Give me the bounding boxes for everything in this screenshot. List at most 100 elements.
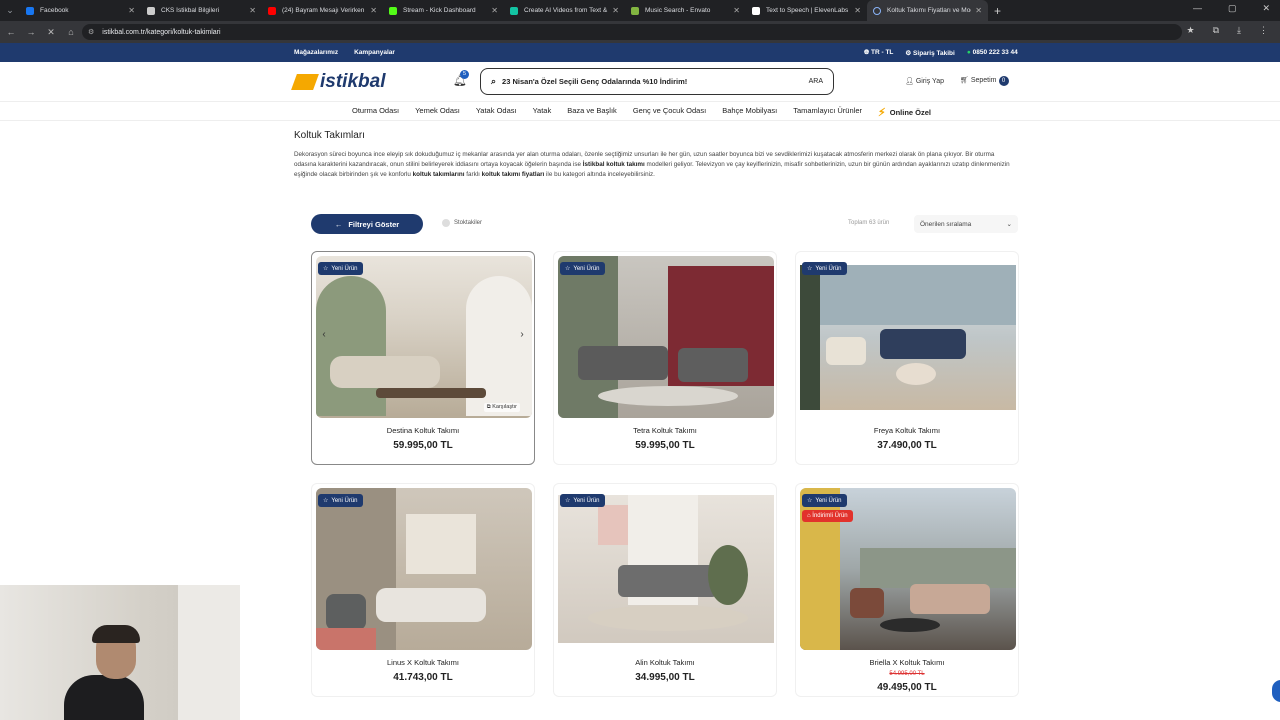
kick-favicon-icon — [389, 6, 397, 15]
tab-title: Create AI Videos from Text & I... — [524, 7, 609, 14]
nav-item[interactable]: Baza ve Başlık — [567, 106, 617, 119]
search-input[interactable]: ⌕ 23 Nisan'a Özel Seçili Genç Odalarında… — [480, 68, 834, 95]
cart-icon: 🛒︎ — [959, 77, 969, 84]
badge-label: Yeni Ürün — [815, 497, 842, 504]
product-card[interactable]: ☆ Yeni Ürün Tetra Koltuk Takımı 59.995,00… — [553, 251, 777, 465]
chevron-right-icon[interactable]: › — [515, 328, 529, 342]
download-icon[interactable]: ⤓ — [1237, 25, 1241, 36]
nav-item[interactable]: Bahçe Mobilyası — [722, 106, 777, 119]
compare-button[interactable]: ⧉ Karşılaştır — [483, 403, 520, 412]
phone-link[interactable]: ● 0850 222 33 44 — [967, 49, 1018, 57]
badge-label: Yeni Ürün — [331, 265, 358, 272]
notification-bell-icon[interactable]: 🔔︎ 5 — [453, 70, 469, 88]
desc-bold: koltuk takımı fiyatları — [481, 171, 545, 178]
login-label: Giriş Yap — [915, 78, 944, 85]
nav-item[interactable]: Yatak Odası — [476, 106, 517, 119]
product-image[interactable] — [800, 265, 1016, 410]
close-icon[interactable]: ✕ — [733, 6, 740, 15]
toggle-switch[interactable] — [442, 219, 450, 227]
chat-support-button[interactable] — [1272, 680, 1280, 702]
product-card[interactable]: ☆ Yeni Ürün ⌂ İndirimli Ürün Briella X Ko… — [795, 483, 1019, 697]
sort-label: Önerilen sıralama — [920, 220, 972, 228]
chevron-left-icon[interactable]: ‹ — [317, 328, 331, 342]
close-icon[interactable]: ✕ — [128, 6, 135, 15]
product-card[interactable]: ☆ Yeni Ürün Alin Koltuk Takımı 34.995,00 … — [553, 483, 777, 697]
url-field[interactable]: ⚙ istikbal.com.tr/kategori/koltuk-takiml… — [82, 24, 1182, 40]
forward-icon[interactable]: → — [22, 27, 40, 37]
new-product-badge: ☆ Yeni Ürün — [802, 494, 847, 507]
bookmark-star-icon[interactable]: ★ — [1187, 25, 1195, 36]
browser-tab[interactable]: CKS İstikbal Bilgileri ✕ — [141, 0, 262, 21]
cart-count: 0 — [998, 76, 1009, 86]
product-image[interactable] — [316, 488, 532, 650]
nav-item[interactable]: Yemek Odası — [415, 106, 460, 119]
sort-select[interactable]: Önerilen sıralama ⌄ — [914, 215, 1018, 233]
product-price: 59.995,00 TL — [635, 440, 695, 451]
desc-text: ile bu kategori altında inceleyebilirsin… — [544, 171, 655, 178]
nav-item[interactable]: Tamamlayıcı Ürünler — [793, 106, 862, 119]
close-icon[interactable]: ✕ — [854, 6, 861, 15]
search-text: 23 Nisan'a Özel Seçili Genç Odalarında %… — [502, 77, 688, 86]
product-image[interactable] — [316, 256, 532, 418]
browser-tab[interactable]: Create AI Videos from Text & I... ✕ — [504, 0, 625, 21]
page-title: Koltuk Takımları — [294, 130, 365, 141]
login-link[interactable]: 👤︎ Giriş Yap — [905, 77, 944, 85]
product-name[interactable]: Alin Koltuk Takımı — [554, 658, 776, 667]
nav-item[interactable]: Genç ve Çocuk Odası — [633, 106, 706, 119]
product-card[interactable]: ☆ Yeni Ürün Freya Koltuk Takımı 37.490,00… — [795, 251, 1019, 465]
product-name[interactable]: Briella X Koltuk Takımı — [796, 658, 1018, 667]
in-stock-toggle[interactable]: Stoktakiler — [442, 219, 482, 227]
nav-item-online-special[interactable]: ⚡︎ Online Özel — [878, 106, 931, 119]
browser-tab-active[interactable]: Koltuk Takımı Fiyatları ve Mod... ✕ — [867, 0, 988, 21]
nav-item[interactable]: Yatak — [533, 106, 552, 119]
new-product-badge: ☆ Yeni Ürün — [560, 262, 605, 275]
back-icon[interactable]: ← — [2, 27, 20, 37]
envato-favicon-icon — [631, 6, 639, 15]
browser-tab[interactable]: (24) Bayram Mesajı Verirken K... ✕ — [262, 0, 383, 21]
product-image[interactable] — [558, 495, 774, 643]
tab-title: (24) Bayram Mesajı Verirken K... — [282, 7, 366, 14]
language-selector[interactable]: 🌐︎ TR - TL — [864, 49, 893, 57]
new-tab-icon[interactable]: + — [994, 4, 1001, 18]
browser-tab[interactable]: Stream - Kick Dashboard ✕ — [383, 0, 504, 21]
site-info-icon[interactable]: ⚙ — [88, 28, 94, 36]
new-product-badge: ☆ Yeni Ürün — [318, 262, 363, 275]
product-name[interactable]: Tetra Koltuk Takımı — [554, 426, 776, 435]
campaigns-link[interactable]: Kampanyalar — [354, 49, 395, 56]
product-image[interactable] — [558, 256, 774, 418]
product-name[interactable]: Linus X Koltuk Takımı — [312, 658, 534, 667]
close-icon[interactable]: ✕ — [491, 6, 498, 15]
close-icon[interactable]: ✕ — [370, 6, 377, 15]
browser-tab[interactable]: Facebook ✕ — [20, 0, 141, 21]
extensions-icon[interactable]: ⧉ — [1213, 25, 1219, 36]
star-icon: ☆ — [807, 266, 813, 272]
minimize-icon[interactable]: — — [1193, 3, 1202, 14]
home-icon[interactable]: ⌂ — [62, 27, 80, 37]
logo-mark-icon — [291, 74, 319, 90]
close-icon[interactable]: ✕ — [975, 6, 982, 15]
youtube-favicon-icon — [268, 6, 276, 15]
show-filter-button[interactable]: ← Filtreyi Göster — [311, 214, 423, 234]
product-name[interactable]: Freya Koltuk Takımı — [796, 426, 1018, 435]
product-card[interactable]: ☆ Yeni Ürün ‹ › ⧉ Karşılaştır Destina Kol… — [311, 251, 535, 465]
browser-tab[interactable]: Text to Speech | ElevenLabs ✕ — [746, 0, 867, 21]
browser-actions: ★ ⧉ ⤓ ⋮ — [1187, 25, 1269, 36]
product-card[interactable]: ☆ Yeni Ürün Linus X Koltuk Takımı 41.743,… — [311, 483, 535, 697]
stop-loading-icon[interactable]: ✕ — [42, 27, 60, 38]
address-bar: ← → ✕ ⌂ ⚙ istikbal.com.tr/kategori/koltu… — [0, 21, 1280, 43]
order-track-link[interactable]: ⚙ Sipariş Takibi — [905, 49, 954, 57]
nav-item[interactable]: Oturma Odası — [352, 106, 399, 119]
close-window-icon[interactable]: ✕ — [1262, 3, 1270, 14]
maximize-icon[interactable]: ▢ — [1228, 3, 1237, 14]
close-icon[interactable]: ✕ — [612, 6, 619, 15]
tab-search-icon[interactable]: ⌄ — [0, 0, 20, 21]
site-logo[interactable]: istikbal — [291, 71, 385, 93]
search-button[interactable]: ARA — [809, 78, 823, 85]
cart-link[interactable]: 🛒︎ Sepetim 0 — [960, 76, 1009, 86]
browser-tab[interactable]: Music Search - Envato ✕ — [625, 0, 746, 21]
product-name[interactable]: Destina Koltuk Takımı — [312, 426, 534, 435]
menu-icon[interactable]: ⋮ — [1259, 25, 1268, 36]
stores-link[interactable]: Mağazalarımız — [294, 49, 338, 56]
close-icon[interactable]: ✕ — [249, 6, 256, 15]
badge-label: Yeni Ürün — [815, 265, 842, 272]
